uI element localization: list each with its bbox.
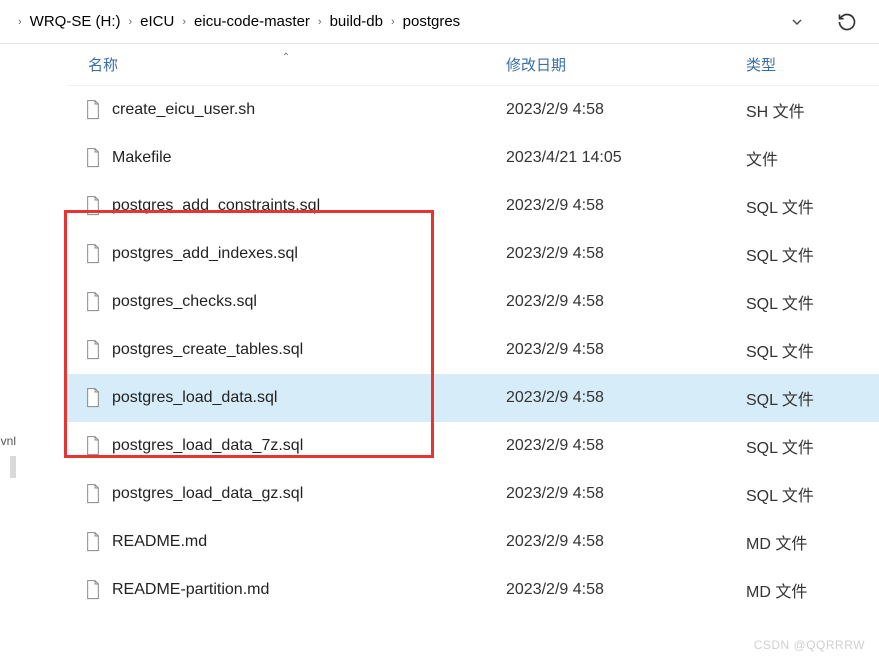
file-type-cell: SQL 文件 <box>746 482 879 506</box>
column-header-type[interactable]: 类型 <box>746 54 879 75</box>
sort-asc-icon: ⌃ <box>282 52 290 63</box>
file-date-cell: 2023/4/21 14:05 <box>506 149 746 167</box>
file-type-cell: SQL 文件 <box>746 290 879 314</box>
file-type-cell: 文件 <box>746 146 879 170</box>
file-row[interactable]: postgres_load_data.sql 2023/2/9 4:58SQL 文… <box>66 374 879 422</box>
file-icon <box>84 435 102 457</box>
file-name-cell: postgres_load_data_7z.sql <box>66 435 506 457</box>
file-name-label: postgres_add_indexes.sql <box>112 245 298 263</box>
address-toolbar: › WRQ-SE (H:) › eICU › eicu-code-master … <box>0 0 879 44</box>
file-date-cell: 2023/2/9 4:58 <box>506 581 746 599</box>
chevron-down-icon[interactable] <box>789 14 805 30</box>
breadcrumb-item[interactable]: WRQ-SE (H:) <box>30 13 121 30</box>
nav-gutter: vnl <box>0 44 18 658</box>
file-row[interactable]: postgres_create_tables.sql 2023/2/9 4:58S… <box>66 326 879 374</box>
file-name-label: postgres_checks.sql <box>112 293 257 311</box>
column-header-name-label: 名称 <box>88 57 118 74</box>
file-type-cell: MD 文件 <box>746 530 879 554</box>
file-date-cell: 2023/2/9 4:58 <box>506 197 746 215</box>
file-name-label: postgres_create_tables.sql <box>112 341 303 359</box>
file-icon <box>84 291 102 313</box>
breadcrumb-item[interactable]: postgres <box>403 13 461 30</box>
breadcrumb-item[interactable]: eicu-code-master <box>194 13 310 30</box>
nav-separator <box>10 456 16 478</box>
file-name-cell: Makefile <box>66 147 506 169</box>
file-row[interactable]: README-partition.md 2023/2/9 4:58MD 文件 <box>66 566 879 614</box>
file-date-cell: 2023/2/9 4:58 <box>506 437 746 455</box>
file-date-cell: 2023/2/9 4:58 <box>506 101 746 119</box>
file-type-cell: SQL 文件 <box>746 338 879 362</box>
chevron-right-icon: › <box>387 16 399 28</box>
file-date-cell: 2023/2/9 4:58 <box>506 293 746 311</box>
file-icon <box>84 243 102 265</box>
column-header-name[interactable]: ⌃ 名称 <box>66 54 506 75</box>
column-headers: ⌃ 名称 修改日期 类型 <box>66 44 879 86</box>
file-name-cell: postgres_load_data_gz.sql <box>66 483 506 505</box>
file-icon <box>84 339 102 361</box>
file-row[interactable]: postgres_add_constraints.sql 2023/2/9 4:5… <box>66 182 879 230</box>
file-icon <box>84 579 102 601</box>
file-row[interactable]: README.md 2023/2/9 4:58MD 文件 <box>66 518 879 566</box>
file-name-cell: postgres_load_data.sql <box>66 387 506 409</box>
file-icon <box>84 195 102 217</box>
breadcrumb[interactable]: › WRQ-SE (H:) › eICU › eicu-code-master … <box>14 13 789 30</box>
file-date-cell: 2023/2/9 4:58 <box>506 245 746 263</box>
file-name-label: README.md <box>112 533 207 551</box>
file-type-cell: SQL 文件 <box>746 434 879 458</box>
file-type-cell: SQL 文件 <box>746 194 879 218</box>
file-icon <box>84 483 102 505</box>
file-row[interactable]: postgres_load_data_7z.sql 2023/2/9 4:58SQ… <box>66 422 879 470</box>
file-name-cell: README.md <box>66 531 506 553</box>
file-type-cell: MD 文件 <box>746 578 879 602</box>
chevron-right-icon: › <box>125 16 137 28</box>
content-area: vnl ⌃ 名称 修改日期 类型 create_eicu_user.sh 2023… <box>0 44 879 658</box>
file-row[interactable]: create_eicu_user.sh 2023/2/9 4:58SH 文件 <box>66 86 879 134</box>
file-icon <box>84 147 102 169</box>
file-name-cell: postgres_create_tables.sql <box>66 339 506 361</box>
breadcrumb-item[interactable]: build-db <box>330 13 383 30</box>
file-name-label: Makefile <box>112 149 172 167</box>
file-name-label: README-partition.md <box>112 581 269 599</box>
file-name-cell: postgres_add_constraints.sql <box>66 195 506 217</box>
file-name-label: create_eicu_user.sh <box>112 101 255 119</box>
file-name-label: postgres_load_data_7z.sql <box>112 437 303 455</box>
column-header-date[interactable]: 修改日期 <box>506 54 746 75</box>
chevron-right-icon: › <box>178 16 190 28</box>
file-name-cell: postgres_checks.sql <box>66 291 506 313</box>
breadcrumb-item[interactable]: eICU <box>140 13 174 30</box>
file-name-label: postgres_load_data.sql <box>112 389 277 407</box>
toolbar-actions <box>789 12 865 32</box>
file-type-cell: SQL 文件 <box>746 386 879 410</box>
file-name-label: postgres_add_constraints.sql <box>112 197 320 215</box>
chevron-right-icon: › <box>14 16 26 28</box>
file-icon <box>84 387 102 409</box>
file-icon <box>84 99 102 121</box>
file-type-cell: SQL 文件 <box>746 242 879 266</box>
file-row[interactable]: postgres_checks.sql 2023/2/9 4:58SQL 文件 <box>66 278 879 326</box>
file-type-cell: SH 文件 <box>746 98 879 122</box>
file-name-cell: README-partition.md <box>66 579 506 601</box>
watermark: CSDN @QQRRRW <box>754 638 865 652</box>
file-row[interactable]: postgres_load_data_gz.sql 2023/2/9 4:58SQ… <box>66 470 879 518</box>
file-row[interactable]: Makefile 2023/4/21 14:05文件 <box>66 134 879 182</box>
file-row[interactable]: postgres_add_indexes.sql 2023/2/9 4:58SQL… <box>66 230 879 278</box>
refresh-icon[interactable] <box>837 12 857 32</box>
file-name-cell: postgres_add_indexes.sql <box>66 243 506 265</box>
file-name-label: postgres_load_data_gz.sql <box>112 485 303 503</box>
chevron-right-icon: › <box>314 16 326 28</box>
nav-tab-label[interactable]: vnl <box>0 434 18 448</box>
file-date-cell: 2023/2/9 4:58 <box>506 533 746 551</box>
file-name-cell: create_eicu_user.sh <box>66 99 506 121</box>
file-date-cell: 2023/2/9 4:58 <box>506 389 746 407</box>
file-list: create_eicu_user.sh2023/2/9 4:58SH 文件Mak… <box>66 86 879 614</box>
file-date-cell: 2023/2/9 4:58 <box>506 341 746 359</box>
file-date-cell: 2023/2/9 4:58 <box>506 485 746 503</box>
file-panel: ⌃ 名称 修改日期 类型 create_eicu_user.sh 2023/2/9… <box>18 44 879 658</box>
file-icon <box>84 531 102 553</box>
